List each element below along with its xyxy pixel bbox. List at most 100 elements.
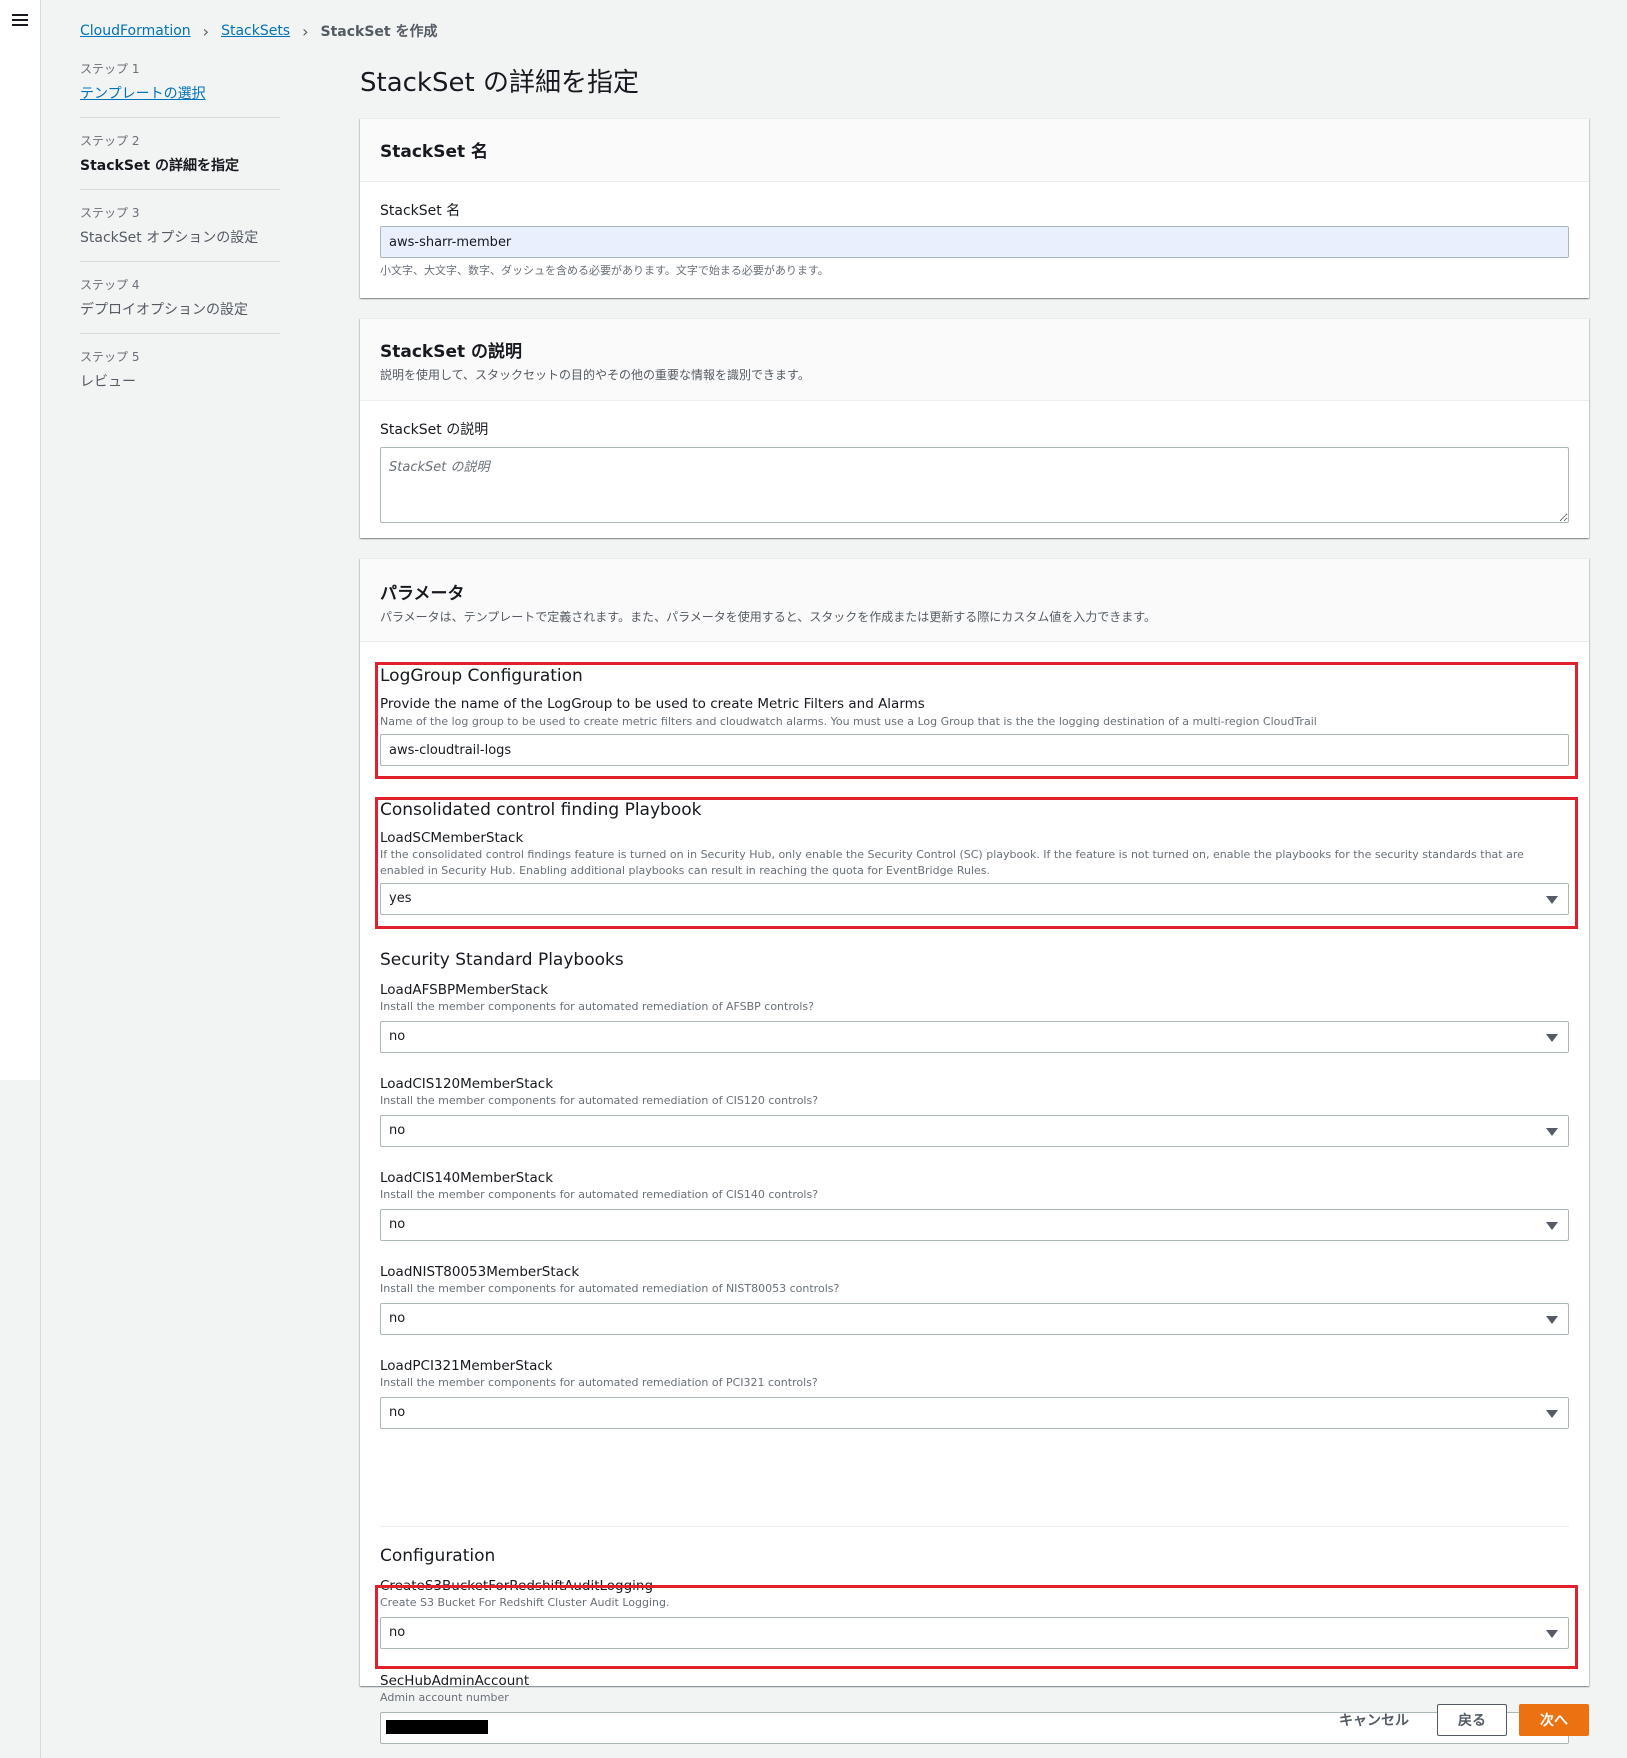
breadcrumb-stacksets[interactable]: StackSets — [221, 23, 290, 39]
param-cis120: LoadCIS120MemberStack Install the member… — [380, 1076, 1569, 1170]
caret-down-icon — [1546, 1316, 1558, 1324]
load-cis140-select[interactable]: no — [380, 1209, 1569, 1241]
loggroup-label: Provide the name of the LogGroup to be u… — [380, 696, 925, 712]
container-title: StackSet 名 — [380, 142, 489, 162]
chevron-right-icon: › — [202, 21, 210, 41]
load-pci321-select[interactable]: no — [380, 1397, 1569, 1429]
step-number: ステップ 1 — [80, 62, 140, 76]
container-header: StackSet の説明 説明を使用して、スタックセットの目的やその他の重要な情… — [360, 319, 1589, 401]
container-body: StackSet の説明 — [360, 401, 1589, 545]
wizard-step-4: ステップ 4 デプロイオプションの設定 — [80, 276, 280, 334]
caret-down-icon — [1546, 1034, 1558, 1042]
container-header: StackSet 名 — [360, 119, 1589, 182]
step-label-current: StackSet の詳細を指定 — [80, 158, 239, 174]
container-title: StackSet の説明 — [380, 342, 523, 362]
load-cis120-select[interactable]: no — [380, 1115, 1569, 1147]
stackset-name-hint: 小文字、大文字、数字、ダッシュを含める必要があります。文字で始まる必要があります… — [380, 264, 829, 277]
back-button[interactable]: 戻る — [1437, 1704, 1507, 1736]
param-label: LoadAFSBPMemberStack — [380, 982, 549, 998]
step-label: StackSet オプションの設定 — [80, 230, 259, 246]
select-value: no — [389, 1405, 406, 1420]
caret-down-icon — [1546, 1222, 1558, 1230]
select-value: no — [389, 1217, 406, 1232]
container-header: パラメータ パラメータは、テンプレートで定義されます。また、パラメータを使用する… — [360, 559, 1589, 642]
loggroup-section: LogGroup Configuration Provide the name … — [380, 666, 1569, 766]
container-subtitle: パラメータは、テンプレートで定義されます。また、パラメータを使用すると、スタック… — [380, 610, 1157, 624]
param-desc: Install the member components for automa… — [380, 1188, 819, 1201]
param-label: LoadPCI321MemberStack — [380, 1358, 553, 1374]
param-cis140: LoadCIS140MemberStack Install the member… — [380, 1170, 1569, 1264]
param-label: LoadNIST80053MemberStack — [380, 1264, 580, 1280]
caret-down-icon — [1546, 896, 1558, 904]
load-nist80053-select[interactable]: no — [380, 1303, 1569, 1335]
parameters-container: パラメータ パラメータは、テンプレートで定義されます。また、パラメータを使用する… — [360, 558, 1589, 1744]
container-title: パラメータ — [380, 584, 465, 604]
param-label: LoadCIS140MemberStack — [380, 1170, 554, 1186]
container-body: StackSet 名 小文字、大文字、数字、ダッシュを含める必要があります。文字… — [360, 182, 1589, 297]
loggroup-desc: Name of the log group to be used to crea… — [380, 715, 1317, 728]
breadcrumb: CloudFormation › StackSets › StackSet を作… — [80, 20, 438, 42]
param-desc: Install the member components for automa… — [380, 1376, 818, 1389]
param-label: LoadCIS120MemberStack — [380, 1076, 554, 1092]
load-sc-label: LoadSCMemberStack — [380, 830, 524, 846]
stackset-description-textarea[interactable] — [380, 447, 1569, 523]
group-title: Configuration — [380, 1546, 496, 1566]
param-desc: Create S3 Bucket For Redshift Cluster Au… — [380, 1596, 670, 1609]
load-afsbp-select[interactable]: no — [380, 1021, 1569, 1053]
breadcrumb-cloudformation[interactable]: CloudFormation — [80, 23, 191, 39]
page-title: StackSet の詳細を指定 — [360, 68, 639, 98]
step-number: ステップ 4 — [80, 278, 140, 292]
step-label: レビュー — [80, 374, 136, 390]
caret-down-icon — [1546, 1410, 1558, 1418]
chevron-right-icon: › — [302, 21, 309, 41]
cancel-button[interactable]: キャンセル — [1339, 1710, 1409, 1730]
stackset-name-container: StackSet 名 StackSet 名 小文字、大文字、数字、ダッシュを含め… — [360, 118, 1589, 298]
wizard-steps: ステップ 1 テンプレートの選択 ステップ 2 StackSet の詳細を指定 … — [80, 60, 280, 419]
select-value: no — [389, 1123, 406, 1138]
caret-down-icon — [1546, 1128, 1558, 1136]
breadcrumb-current: StackSet を作成 — [320, 24, 438, 40]
load-sc-desc: If the consolidated control findings fea… — [380, 848, 1524, 877]
param-create-s3: CreateS3BucketForRedshiftAuditLogging Cr… — [380, 1578, 1569, 1649]
wizard-actions: キャンセル 戻る 次へ — [1339, 1704, 1589, 1736]
param-desc: Install the member components for automa… — [380, 1094, 819, 1107]
select-value: yes — [389, 891, 412, 906]
step-number: ステップ 2 — [80, 134, 140, 148]
select-value: no — [389, 1625, 406, 1640]
stackset-description-container: StackSet の説明 説明を使用して、スタックセットの目的やその他の重要な情… — [360, 318, 1589, 538]
step-label: デプロイオプションの設定 — [80, 302, 248, 318]
stackset-name-label: StackSet 名 — [380, 203, 461, 219]
loggroup-input[interactable] — [380, 734, 1569, 766]
group-title: Consolidated control finding Playbook — [380, 800, 702, 820]
consolidated-section: Consolidated control finding Playbook Lo… — [380, 800, 1569, 915]
security-standards-section: Security Standard Playbooks LoadAFSBPMem… — [380, 950, 1569, 1438]
param-label: CreateS3BucketForRedshiftAuditLogging — [380, 1578, 654, 1594]
select-value: no — [389, 1311, 406, 1326]
side-rail — [0, 0, 41, 1080]
caret-down-icon — [1546, 1630, 1558, 1638]
wizard-step-3: ステップ 3 StackSet オプションの設定 — [80, 204, 280, 262]
step-link-select-template[interactable]: テンプレートの選択 — [80, 83, 280, 103]
wizard-step-1: ステップ 1 テンプレートの選択 — [80, 60, 280, 118]
group-title: Security Standard Playbooks — [380, 950, 624, 970]
stackset-description-label: StackSet の説明 — [380, 422, 489, 438]
section-divider — [380, 1526, 1569, 1527]
hamburger-menu-icon[interactable] — [12, 12, 28, 28]
param-nist80053: LoadNIST80053MemberStack Install the mem… — [380, 1264, 1569, 1358]
select-value: no — [389, 1029, 406, 1044]
stackset-name-input[interactable] — [380, 226, 1569, 258]
next-button[interactable]: 次へ — [1519, 1704, 1589, 1736]
param-desc: Install the member components for automa… — [380, 1000, 814, 1013]
load-sc-select[interactable]: yes — [380, 883, 1569, 915]
container-subtitle: 説明を使用して、スタックセットの目的やその他の重要な情報を識別できます。 — [380, 368, 810, 382]
param-afsbp: LoadAFSBPMemberStack Install the member … — [380, 982, 1569, 1076]
wizard-step-2: ステップ 2 StackSet の詳細を指定 — [80, 132, 280, 190]
param-pci321: LoadPCI321MemberStack Install the member… — [380, 1358, 1569, 1438]
step-number: ステップ 3 — [80, 206, 140, 220]
create-s3-select[interactable]: no — [380, 1617, 1569, 1649]
param-label: SecHubAdminAccount — [380, 1673, 530, 1689]
param-desc: Install the member components for automa… — [380, 1282, 840, 1295]
wizard-step-5: ステップ 5 レビュー — [80, 348, 280, 405]
rail-divider — [40, 1080, 41, 1758]
redaction-bar — [386, 1720, 488, 1734]
